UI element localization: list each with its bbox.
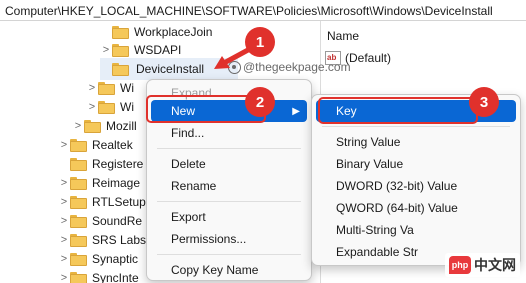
highlight-box-key xyxy=(318,97,478,124)
chevron-right-icon[interactable]: > xyxy=(58,267,70,283)
folder-icon xyxy=(70,157,87,171)
tree-item-label: RTLSetup xyxy=(92,195,146,209)
step-badge-3: 3 xyxy=(469,87,499,117)
folder-icon xyxy=(70,271,87,283)
submenu-item-string-value[interactable]: String Value xyxy=(316,131,516,153)
watermark-text: @thegeekpage.com xyxy=(243,60,351,74)
tree-item-label: SyncInte xyxy=(92,271,139,283)
value-name: (Default) xyxy=(345,51,392,65)
tree-item-label: SRS Labs xyxy=(92,233,147,247)
watermark: @thegeekpage.com xyxy=(228,60,351,74)
menu-item-label: Permissions... xyxy=(171,232,247,246)
tree-item-label: Registere xyxy=(92,157,144,171)
menu-item-label: String Value xyxy=(336,135,401,149)
folder-icon xyxy=(112,43,129,57)
folder-icon xyxy=(70,138,87,152)
menu-item-find[interactable]: Find... xyxy=(151,122,307,144)
menu-item-copy-key-name[interactable]: Copy Key Name xyxy=(151,259,307,281)
menu-item-label: Multi-String Va xyxy=(336,223,414,237)
php-logo-icon: php xyxy=(449,256,471,274)
at-icon xyxy=(228,60,241,74)
folder-icon xyxy=(112,25,129,39)
folder-icon xyxy=(70,233,87,247)
corner-logo: php 中文网 xyxy=(445,253,520,277)
tree-item-label: DeviceInstall xyxy=(136,62,205,76)
folder-icon xyxy=(70,195,87,209)
folder-icon xyxy=(84,119,101,133)
menu-item-delete[interactable]: Delete xyxy=(151,153,307,175)
menu-item-label: QWORD (64-bit) Value xyxy=(336,201,458,215)
folder-icon xyxy=(98,81,115,95)
menu-item-permissions[interactable]: Permissions... xyxy=(151,228,307,250)
submenu-item-dword-value[interactable]: DWORD (32-bit) Value xyxy=(316,175,516,197)
submenu-item-qword-value[interactable]: QWORD (64-bit) Value xyxy=(316,197,516,219)
folder-icon xyxy=(70,252,87,266)
menu-separator xyxy=(322,126,510,127)
menu-item-label: Rename xyxy=(171,179,217,193)
tree-item-label: WSDAPI xyxy=(134,43,182,57)
step-badge-2: 2 xyxy=(245,87,275,117)
menu-separator xyxy=(157,254,301,255)
tree-item-label: WorkplaceJoin xyxy=(134,25,213,39)
tree-item-label: Reimage xyxy=(92,176,141,190)
tree-item-label: Wi xyxy=(120,81,134,95)
menu-item-label: Export xyxy=(171,210,206,224)
tree-item-label: Realtek xyxy=(92,138,133,152)
tree-item-syncintegration[interactable]: > SyncInte xyxy=(58,267,139,283)
folder-icon xyxy=(70,176,87,190)
step-badge-1: 1 xyxy=(245,27,275,57)
menu-item-label: Copy Key Name xyxy=(171,263,259,277)
tree-item-label: SoundRe xyxy=(92,214,143,228)
tree-item-label: Mozill xyxy=(106,119,137,133)
menu-item-label: Find... xyxy=(171,126,205,140)
menu-item-label: Delete xyxy=(171,157,206,171)
menu-item-label: Binary Value xyxy=(336,157,404,171)
menu-item-rename[interactable]: Rename xyxy=(151,175,307,197)
menu-separator xyxy=(157,148,301,149)
menu-item-label: Expandable Str xyxy=(336,245,419,259)
tree-item-label: Synaptic xyxy=(92,252,139,266)
tree-item-label: Wi xyxy=(120,100,134,114)
menu-item-export[interactable]: Export xyxy=(151,206,307,228)
folder-icon xyxy=(112,62,129,76)
menu-separator xyxy=(157,201,301,202)
corner-logo-text: 中文网 xyxy=(474,257,516,273)
name-column-header[interactable]: Name xyxy=(327,29,359,43)
submenu-item-multi-string-value[interactable]: Multi-String Va xyxy=(316,219,516,241)
folder-icon xyxy=(98,100,115,114)
address-bar[interactable]: Computer\HKEY_LOCAL_MACHINE\SOFTWARE\Pol… xyxy=(0,0,526,21)
menu-item-label: DWORD (32-bit) Value xyxy=(336,179,458,193)
folder-icon xyxy=(70,214,87,228)
submenu-item-binary-value[interactable]: Binary Value xyxy=(316,153,516,175)
chevron-right-icon: ▶ xyxy=(292,105,300,117)
